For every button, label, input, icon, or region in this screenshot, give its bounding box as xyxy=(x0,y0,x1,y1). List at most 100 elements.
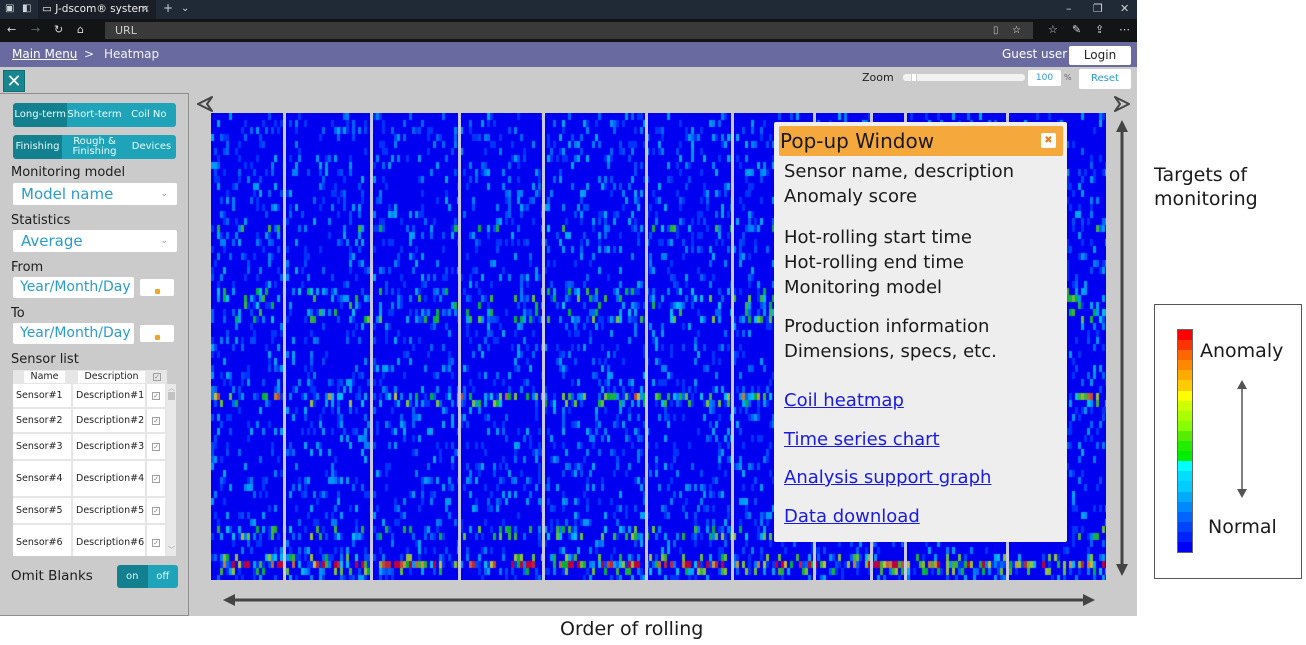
share-icon[interactable]: ⇪ xyxy=(1095,23,1104,36)
sensor-name: Sensor#5 xyxy=(13,498,73,525)
popup-line: Anomaly score xyxy=(784,186,918,207)
window-close-icon[interactable]: ✕ xyxy=(1120,2,1129,15)
from-date-input[interactable]: Year/Month/Day xyxy=(13,277,134,298)
breadcrumb-current: Heatmap xyxy=(104,47,160,61)
tab-short-term[interactable]: Short-term xyxy=(67,103,122,127)
tab-actions-icon[interactable]: ▣ xyxy=(5,3,14,14)
popup-line: Monitoring model xyxy=(784,277,943,298)
select-all-checkbox[interactable]: ✓ xyxy=(153,373,161,381)
to-date-input[interactable]: Year/Month/Day xyxy=(13,323,134,344)
sensor-table-scrollbar[interactable]: ︿ ﹀ xyxy=(167,384,176,556)
tabs-aside-icon[interactable]: ◧ xyxy=(22,3,31,14)
tab-finishing[interactable]: Finishing xyxy=(13,135,62,159)
sensor-checkbox[interactable]: ✓ xyxy=(152,538,160,547)
sensor-description: Description#2 xyxy=(73,409,147,434)
color-scale-step xyxy=(1178,481,1192,492)
popup-info-group-2: Hot-rolling start time Hot-rolling end t… xyxy=(784,225,972,300)
refresh-icon[interactable]: ↻ xyxy=(54,23,63,36)
app-header: Main Menu > Heatmap Guest user Login xyxy=(0,42,1137,67)
pen-icon[interactable]: ✎ xyxy=(1072,23,1081,36)
zoom-slider-handle[interactable] xyxy=(911,73,917,82)
horizontal-double-arrow-icon xyxy=(223,594,1095,606)
reading-view-icon[interactable]: ▯ xyxy=(993,22,999,39)
color-scale-step xyxy=(1178,531,1192,542)
tab-long-term[interactable]: Long-term xyxy=(13,103,68,127)
browser-tab[interactable]: ▭ J-dscom® system × xyxy=(38,0,156,19)
legend-high-label: Anomaly xyxy=(1200,340,1284,362)
color-scale-step xyxy=(1178,541,1192,553)
sensor-checkbox[interactable]: ✓ xyxy=(152,506,160,515)
calendar-icon xyxy=(154,289,160,294)
sensor-description: Description#5 xyxy=(73,498,147,525)
to-calendar-button[interactable] xyxy=(140,325,174,342)
monitoring-model-select[interactable]: Model name ⌄ xyxy=(13,183,177,205)
url-input[interactable]: URL ▯ ☆ xyxy=(105,22,1033,39)
breadcrumb-main-menu[interactable]: Main Menu xyxy=(12,42,77,67)
data-download-link[interactable]: Data download xyxy=(784,506,920,527)
zoom-slider[interactable] xyxy=(903,73,1025,82)
sensor-checkbox[interactable]: ✓ xyxy=(152,391,160,400)
login-button[interactable]: Login xyxy=(1069,46,1131,65)
scroll-right-icon[interactable] xyxy=(1112,94,1132,114)
popup-info-group-1: Sensor name, description Anomaly score xyxy=(784,159,1014,209)
color-scale-step xyxy=(1178,430,1192,442)
scroll-left-icon[interactable] xyxy=(195,94,215,114)
table-row[interactable]: Sensor#5 Description#5 ✓ xyxy=(13,498,167,525)
tab-devices[interactable]: Devices xyxy=(127,135,176,159)
favorite-star-icon[interactable]: ☆ xyxy=(1012,22,1021,39)
table-row[interactable]: Sensor#6 Description#6 ✓ xyxy=(13,525,167,556)
popup-close-button[interactable]: ✖ xyxy=(1041,133,1056,148)
table-row[interactable]: Sensor#2 Description#2 ✓ xyxy=(13,409,167,434)
zoom-unit: % xyxy=(1064,73,1072,82)
legend-double-arrow-icon xyxy=(1237,380,1247,498)
omit-blanks-on[interactable]: on xyxy=(117,565,148,588)
time-series-chart-link[interactable]: Time series chart xyxy=(784,429,940,450)
scroll-down-icon[interactable]: ﹀ xyxy=(168,545,175,555)
color-scale-step xyxy=(1178,471,1192,482)
more-icon[interactable]: ⋯ xyxy=(1119,23,1130,36)
heatmap-group-separator xyxy=(731,113,734,580)
home-icon[interactable]: ⌂ xyxy=(77,23,84,36)
omit-blanks-off[interactable]: off xyxy=(147,565,178,588)
column-header-description[interactable]: Description xyxy=(78,371,145,383)
coil-heatmap-link[interactable]: Coil heatmap xyxy=(784,390,904,411)
scrollbar-thumb[interactable] xyxy=(168,392,175,400)
new-tab-icon[interactable]: + xyxy=(163,1,173,15)
sensor-list-label: Sensor list xyxy=(11,352,79,367)
tab-rough-finishing[interactable]: Rough & Finishing xyxy=(62,135,127,159)
color-scale-step xyxy=(1178,491,1192,502)
sensor-checkbox[interactable]: ✓ xyxy=(152,442,160,451)
restore-icon[interactable]: ❐ xyxy=(1093,2,1103,15)
statistics-value: Average xyxy=(21,232,83,250)
statistics-select[interactable]: Average ⌄ xyxy=(13,230,177,252)
column-header-name[interactable]: Name xyxy=(24,371,65,383)
table-row[interactable]: Sensor#3 Description#3 ✓ xyxy=(13,434,167,461)
minimize-icon[interactable]: – xyxy=(1066,2,1072,15)
tab-list-chevron-icon[interactable]: ⌄ xyxy=(181,3,189,14)
sensor-name: Sensor#1 xyxy=(13,384,73,409)
sensor-table-header: Name Description ✓ xyxy=(13,370,167,384)
color-scale-step xyxy=(1178,511,1192,522)
heatmap-group-separator xyxy=(370,113,373,580)
analysis-support-graph-link[interactable]: Analysis support graph xyxy=(784,467,991,488)
from-calendar-button[interactable] xyxy=(140,279,174,296)
tab-coil-no[interactable]: Coil No xyxy=(121,103,176,127)
close-panel-button[interactable]: ✕ xyxy=(3,70,25,92)
breadcrumb-separator: > xyxy=(84,47,95,61)
table-row[interactable]: Sensor#4 Description#4 ✓ xyxy=(13,461,167,498)
zoom-value-input[interactable]: 100 xyxy=(1028,70,1061,86)
reset-button[interactable]: Reset xyxy=(1079,69,1131,89)
favorites-list-icon[interactable]: ☆ xyxy=(1048,23,1058,36)
sensor-checkbox[interactable]: ✓ xyxy=(152,416,160,425)
back-icon[interactable]: ← xyxy=(7,23,16,36)
close-tab-icon[interactable]: × xyxy=(141,0,150,19)
color-scale-step xyxy=(1178,451,1192,462)
popup-line: Sensor name, description xyxy=(784,161,1014,182)
page-icon: ▭ xyxy=(42,3,56,15)
forward-icon[interactable]: → xyxy=(31,23,40,36)
y-axis-annotation-line1: Targets of xyxy=(1154,164,1248,186)
popup-line: Hot-rolling end time xyxy=(784,252,964,273)
table-row[interactable]: Sensor#1 Description#1 ✓ xyxy=(13,384,167,409)
sensor-checkbox[interactable]: ✓ xyxy=(152,474,160,483)
omit-blanks-toggle[interactable]: on off xyxy=(117,565,178,588)
